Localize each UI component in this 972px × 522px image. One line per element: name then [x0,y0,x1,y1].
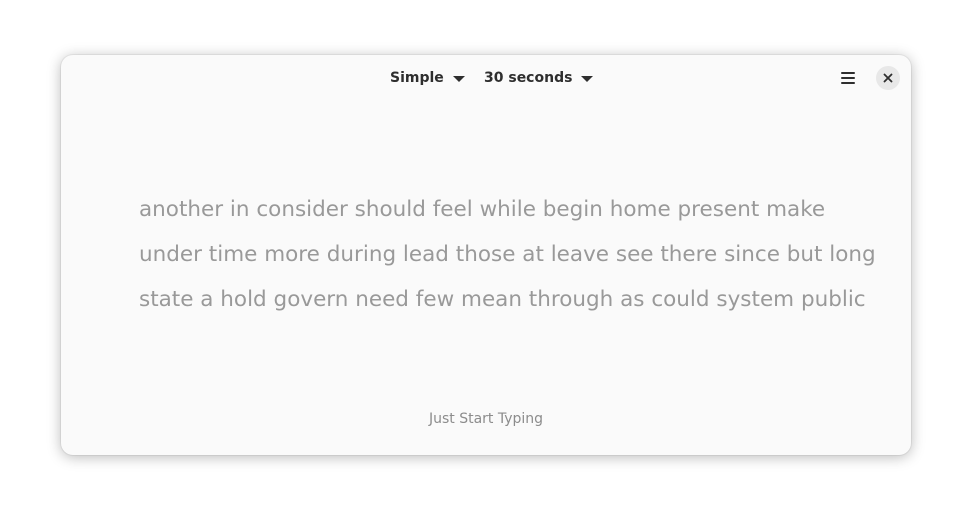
start-typing-hint: Just Start Typing [428,411,544,427]
typing-text-line: state a hold govern need few mean throug… [139,287,866,312]
close-icon [883,73,893,83]
close-button[interactable] [876,66,900,90]
mode-dropdown[interactable]: Simple [390,66,465,90]
app-window: Simple 30 seconds another in consider sh… [61,55,911,455]
typing-text: another in consider should feel while be… [139,187,876,322]
typing-text-line: another in consider should feel while be… [139,197,826,222]
duration-dropdown-label: 30 seconds [484,70,573,86]
typing-text-line: under time more during lead those at lea… [139,242,876,267]
mode-dropdown-label: Simple [390,70,444,86]
duration-dropdown[interactable]: 30 seconds [484,66,594,90]
chevron-down-icon [581,75,594,82]
chevron-down-icon [452,75,465,82]
hamburger-menu-icon[interactable] [835,66,861,90]
header-bar: Simple 30 seconds [61,55,911,101]
